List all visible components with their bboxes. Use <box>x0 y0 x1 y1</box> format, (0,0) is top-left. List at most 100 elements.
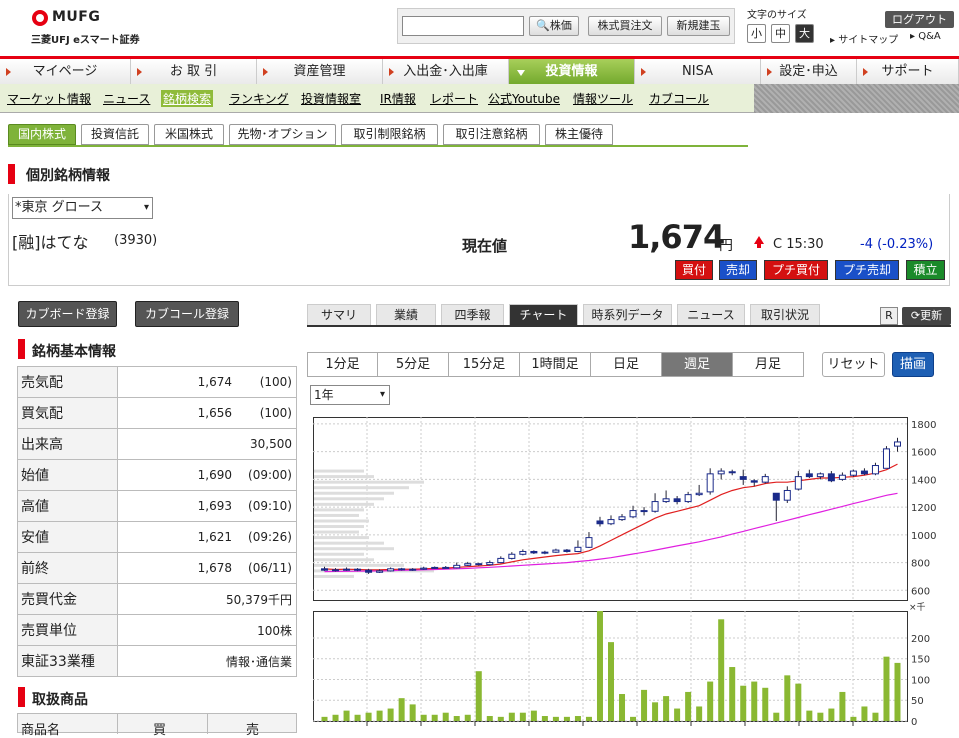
logo-text[interactable]: MUFG <box>52 9 100 25</box>
volume-bar <box>652 702 659 721</box>
tab-chart[interactable]: チャート <box>509 304 578 326</box>
volume-bar <box>641 689 648 721</box>
y-tick-label: 1600 <box>911 448 936 459</box>
subnav-ir[interactable]: IR情報 <box>380 90 416 107</box>
title-marker <box>8 164 15 184</box>
petit-sell-button[interactable]: プチ売却 <box>835 260 899 280</box>
volume-bar <box>740 685 747 721</box>
sitemap-link[interactable]: ▸ サイトマップ <box>830 31 898 46</box>
tab-benefits[interactable]: 株主優待 <box>545 124 613 145</box>
font-mid-button[interactable]: 中 <box>771 24 790 43</box>
refresh-button[interactable]: ⟳更新 <box>902 307 951 325</box>
volume-bar <box>530 710 537 721</box>
tab-summary[interactable]: サマリ <box>307 304 371 326</box>
stock-price-button[interactable]: 🔍株価 <box>529 16 579 36</box>
volume-bar <box>883 656 890 721</box>
period-weekly[interactable]: 週足 <box>661 352 733 377</box>
tab-trade-status[interactable]: 取引状況 <box>750 304 820 326</box>
kabuboard-register-button[interactable]: カブボード登録 <box>18 301 117 327</box>
subnav-info-tools[interactable]: 情報ツール <box>573 90 633 107</box>
kabucall-register-button[interactable]: カブコール登録 <box>135 301 239 327</box>
tab-fund[interactable]: 投資信託 <box>81 124 149 145</box>
font-size-label: 文字のサイズ <box>747 10 807 21</box>
volume-profile-bar <box>314 574 354 578</box>
volume-bar <box>453 716 460 721</box>
tab-futures[interactable]: 先物･オプション <box>229 124 336 145</box>
row-label: 売買代金 <box>17 583 118 615</box>
subnav-ranking[interactable]: ランキング <box>229 90 289 107</box>
market-select[interactable]: *東京 グロース ▾ <box>12 197 153 219</box>
volume-bar <box>486 716 493 721</box>
reset-button[interactable]: リセット <box>822 352 885 377</box>
tab-earnings[interactable]: 業績 <box>376 304 436 326</box>
buy-button[interactable]: 買付 <box>675 260 713 280</box>
subnav-market[interactable]: マーケット情報 <box>7 90 91 107</box>
tab-restricted[interactable]: 取引制限銘柄 <box>341 124 438 145</box>
tab-caution[interactable]: 取引注意銘柄 <box>443 124 540 145</box>
font-small-button[interactable]: 小 <box>747 24 766 43</box>
candle-body <box>728 471 736 474</box>
table-row: 売買代金 50,379千円 <box>17 583 297 615</box>
nav-nisa[interactable]: NISA <box>635 59 761 87</box>
range-select[interactable]: 1年 ▾ <box>310 385 390 405</box>
tab-shikiho[interactable]: 四季報 <box>441 304 504 326</box>
subnav-invest-room[interactable]: 投資情報室 <box>301 90 361 107</box>
subnav-youtube[interactable]: 公式Youtube <box>488 90 560 107</box>
subnav-stock-search[interactable]: 銘柄検索 <box>161 90 214 107</box>
nav-settings[interactable]: 設定･申込 <box>761 59 857 87</box>
qa-link[interactable]: ▸ Q&A <box>910 31 941 42</box>
mufg-logo-icon[interactable] <box>32 10 48 26</box>
volume-bar <box>894 662 901 721</box>
subnav-kabucall[interactable]: カブコール <box>649 90 709 107</box>
draw-button[interactable]: 描画 <box>892 352 934 377</box>
products-col-sell: 売 <box>246 723 260 738</box>
search-input[interactable] <box>402 16 524 36</box>
nav-deposit[interactable]: 入出金･入出庫 <box>383 59 509 87</box>
table-row: 始値 1,690 (09:00) <box>17 459 297 491</box>
period-15min[interactable]: 15分足 <box>448 352 520 377</box>
volume-profile-bar <box>314 502 374 506</box>
candle-body <box>365 569 373 573</box>
nav-support[interactable]: サポート <box>857 59 959 87</box>
volume-bar <box>420 714 427 721</box>
period-5min[interactable]: 5分足 <box>377 352 449 377</box>
tab-news[interactable]: ニュース <box>677 304 745 326</box>
nav-invest-info[interactable]: 投資情報 <box>509 59 635 87</box>
logout-button[interactable]: ログアウト <box>885 11 954 28</box>
row-value: 情報･通信業 <box>117 645 297 677</box>
y-tick-label: 1800 <box>911 420 936 431</box>
tab-us-stock[interactable]: 米国株式 <box>154 124 224 145</box>
volume-bar <box>663 696 670 721</box>
tab-timeseries[interactable]: 時系列データ <box>583 304 672 326</box>
r-button[interactable]: R <box>880 307 898 325</box>
stock-chart[interactable]: 600 800 1000 1200 1400 1600 1800 0 50 100 150 200 ×… <box>313 417 959 730</box>
subnav-news[interactable]: ニュース <box>103 90 150 107</box>
row-label: 安値 <box>17 521 118 553</box>
volume-bar <box>839 691 846 721</box>
nav-assets[interactable]: 資産管理 <box>257 59 383 87</box>
nav-trade[interactable]: お 取 引 <box>131 59 257 87</box>
accumulate-button[interactable]: 積立 <box>906 260 945 280</box>
candle-body <box>607 519 615 525</box>
period-1min[interactable]: 1分足 <box>307 352 378 377</box>
font-large-button[interactable]: 大 <box>795 24 814 43</box>
volume-unit: ×千 <box>909 602 926 613</box>
candle-body <box>750 480 758 483</box>
petit-buy-button[interactable]: プチ買付 <box>764 260 828 280</box>
period-1hour[interactable]: 1時間足 <box>519 352 591 377</box>
table-row: 高値 1,693 (09:10) <box>17 490 297 522</box>
volume-profile-bar <box>314 497 384 501</box>
buy-order-button[interactable]: 株式買注文 <box>588 16 662 36</box>
new-position-button[interactable]: 新規建玉 <box>667 16 730 36</box>
nav-mypage[interactable]: マイページ <box>0 59 131 87</box>
period-daily[interactable]: 日足 <box>590 352 662 377</box>
volume-tick-label: 200 <box>911 634 930 645</box>
candle-body <box>541 551 549 554</box>
logo-subtitle[interactable]: 三菱UFJ eスマート証券 <box>31 31 140 46</box>
main-nav: マイページ お 取 引 資産管理 入出金･入出庫 投資情報 NISA 設定･申込… <box>0 56 959 87</box>
tab-domestic-stock[interactable]: 国内株式 <box>8 124 76 145</box>
subnav-report[interactable]: レポート <box>430 90 478 107</box>
sell-button[interactable]: 売却 <box>719 260 757 280</box>
candle-body <box>849 470 857 476</box>
period-monthly[interactable]: 月足 <box>732 352 804 377</box>
